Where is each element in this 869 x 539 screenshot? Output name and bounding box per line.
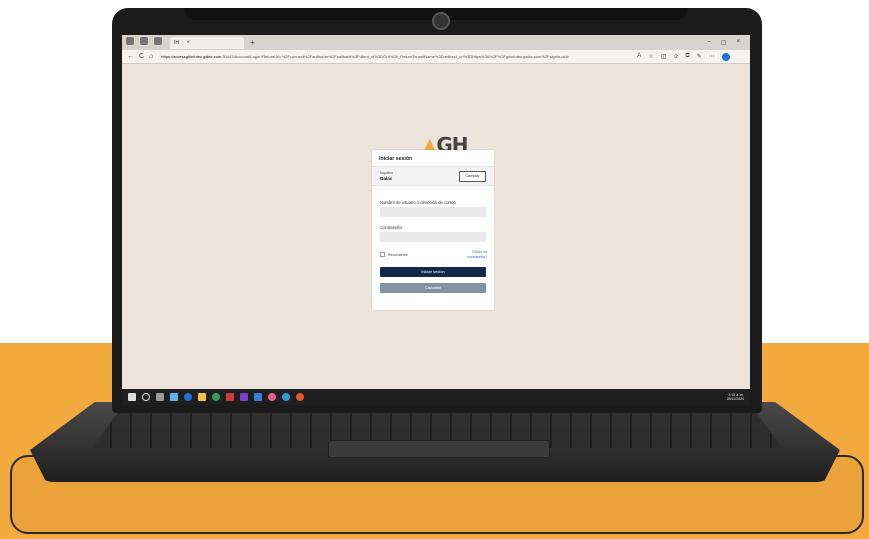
- minimize-icon[interactable]: –: [707, 39, 710, 46]
- remember-checkbox[interactable]: [380, 252, 385, 257]
- laptop-screen: IH × + – ▢ × ← C ⌂ https://accessghinfot…: [122, 35, 750, 405]
- tab-title: IH: [174, 39, 179, 46]
- password-input[interactable]: [380, 232, 486, 242]
- collections-icon[interactable]: ⧉: [685, 53, 689, 61]
- tab-actions-icon[interactable]: [154, 37, 162, 45]
- system-clock[interactable]: 3:15 a. m. 28/11/2024: [727, 393, 750, 402]
- folder-icon[interactable]: [198, 393, 206, 401]
- task-view-icon[interactable]: [156, 393, 164, 401]
- windows-start-icon[interactable]: [128, 393, 136, 401]
- cancel-button[interactable]: Cancelar: [380, 283, 486, 293]
- forgot-line-2: contraseña?: [467, 255, 487, 259]
- url-field[interactable]: https://accessghinfotec.galac.com:30443/…: [161, 54, 631, 59]
- home-icon[interactable]: ⌂: [149, 53, 153, 60]
- file-explorer-icon[interactable]: [170, 393, 178, 401]
- close-tab-icon[interactable]: ×: [186, 40, 190, 46]
- back-icon[interactable]: ←: [127, 53, 134, 60]
- more-icon[interactable]: ⋯: [709, 53, 715, 61]
- trackpad: [328, 440, 550, 458]
- app-purple-icon[interactable]: [240, 393, 248, 401]
- window-controls: – ▢ ×: [707, 39, 750, 46]
- app-pink-icon[interactable]: [268, 393, 276, 401]
- chrome-icon[interactable]: [212, 393, 220, 401]
- tab-actions: [126, 37, 162, 45]
- password-label: Contraseña: [380, 225, 402, 230]
- address-bar-row: ← C ⌂ https://accessghinfotec.galac.com:…: [122, 50, 750, 64]
- app-cyan-icon[interactable]: [282, 393, 290, 401]
- copilot-icon[interactable]: [721, 52, 730, 61]
- forgot-password-link[interactable]: Olvidó su contraseña?: [467, 250, 487, 260]
- tenant-label: Inquilino: [380, 171, 394, 175]
- login-title: Iniciar sesión: [372, 150, 494, 167]
- url-path: :30443/Account/Login?ReturnUrl=%2Fconnec…: [221, 54, 569, 59]
- username-label: Nombre de usuario o dirección de correo: [380, 200, 456, 205]
- workspaces-icon[interactable]: [140, 37, 148, 45]
- webcam-icon: [432, 12, 450, 30]
- profile-icon[interactable]: [126, 37, 134, 45]
- favorite-star-icon[interactable]: ☆: [648, 53, 653, 61]
- browser-tab[interactable]: IH ×: [170, 36, 244, 49]
- change-tenant-button[interactable]: Cambiar: [459, 171, 486, 182]
- app-orange-icon[interactable]: [296, 393, 304, 401]
- taskbar: 3:15 a. m. 28/11/2024: [122, 389, 750, 405]
- browser-tab-bar: IH × + – ▢ ×: [122, 35, 750, 50]
- username-input[interactable]: [380, 207, 486, 217]
- extensions-icon[interactable]: ✎: [697, 53, 702, 61]
- browser-toolbar: A ☆ ◫ ✰ ⧉ ✎ ⋯: [637, 52, 730, 61]
- login-card: Iniciar sesión Inquilino Galac Cambiar N…: [372, 150, 494, 310]
- split-screen-icon[interactable]: ◫: [661, 53, 667, 61]
- read-aloud-icon[interactable]: A: [637, 53, 641, 61]
- remember-me[interactable]: Recordarme: [380, 252, 408, 257]
- new-tab-button[interactable]: +: [250, 38, 255, 47]
- clock-date: 28/11/2024: [726, 397, 744, 401]
- url-host: https://accessghinfotec.galac.com: [161, 54, 222, 59]
- search-icon[interactable]: [142, 393, 150, 401]
- signin-button[interactable]: Iniciar sesión: [380, 267, 486, 277]
- app-blue-icon[interactable]: [254, 393, 262, 401]
- tenant-value: Galac: [380, 176, 393, 181]
- edge-icon[interactable]: [184, 393, 192, 401]
- maximize-icon[interactable]: ▢: [721, 39, 727, 46]
- app-red-icon[interactable]: [226, 393, 234, 401]
- close-window-icon[interactable]: ×: [736, 39, 740, 46]
- refresh-icon[interactable]: C: [139, 53, 144, 60]
- tenant-section: Inquilino Galac Cambiar: [372, 167, 494, 186]
- favorites-icon[interactable]: ✰: [673, 53, 678, 61]
- remember-label: Recordarme: [388, 252, 408, 257]
